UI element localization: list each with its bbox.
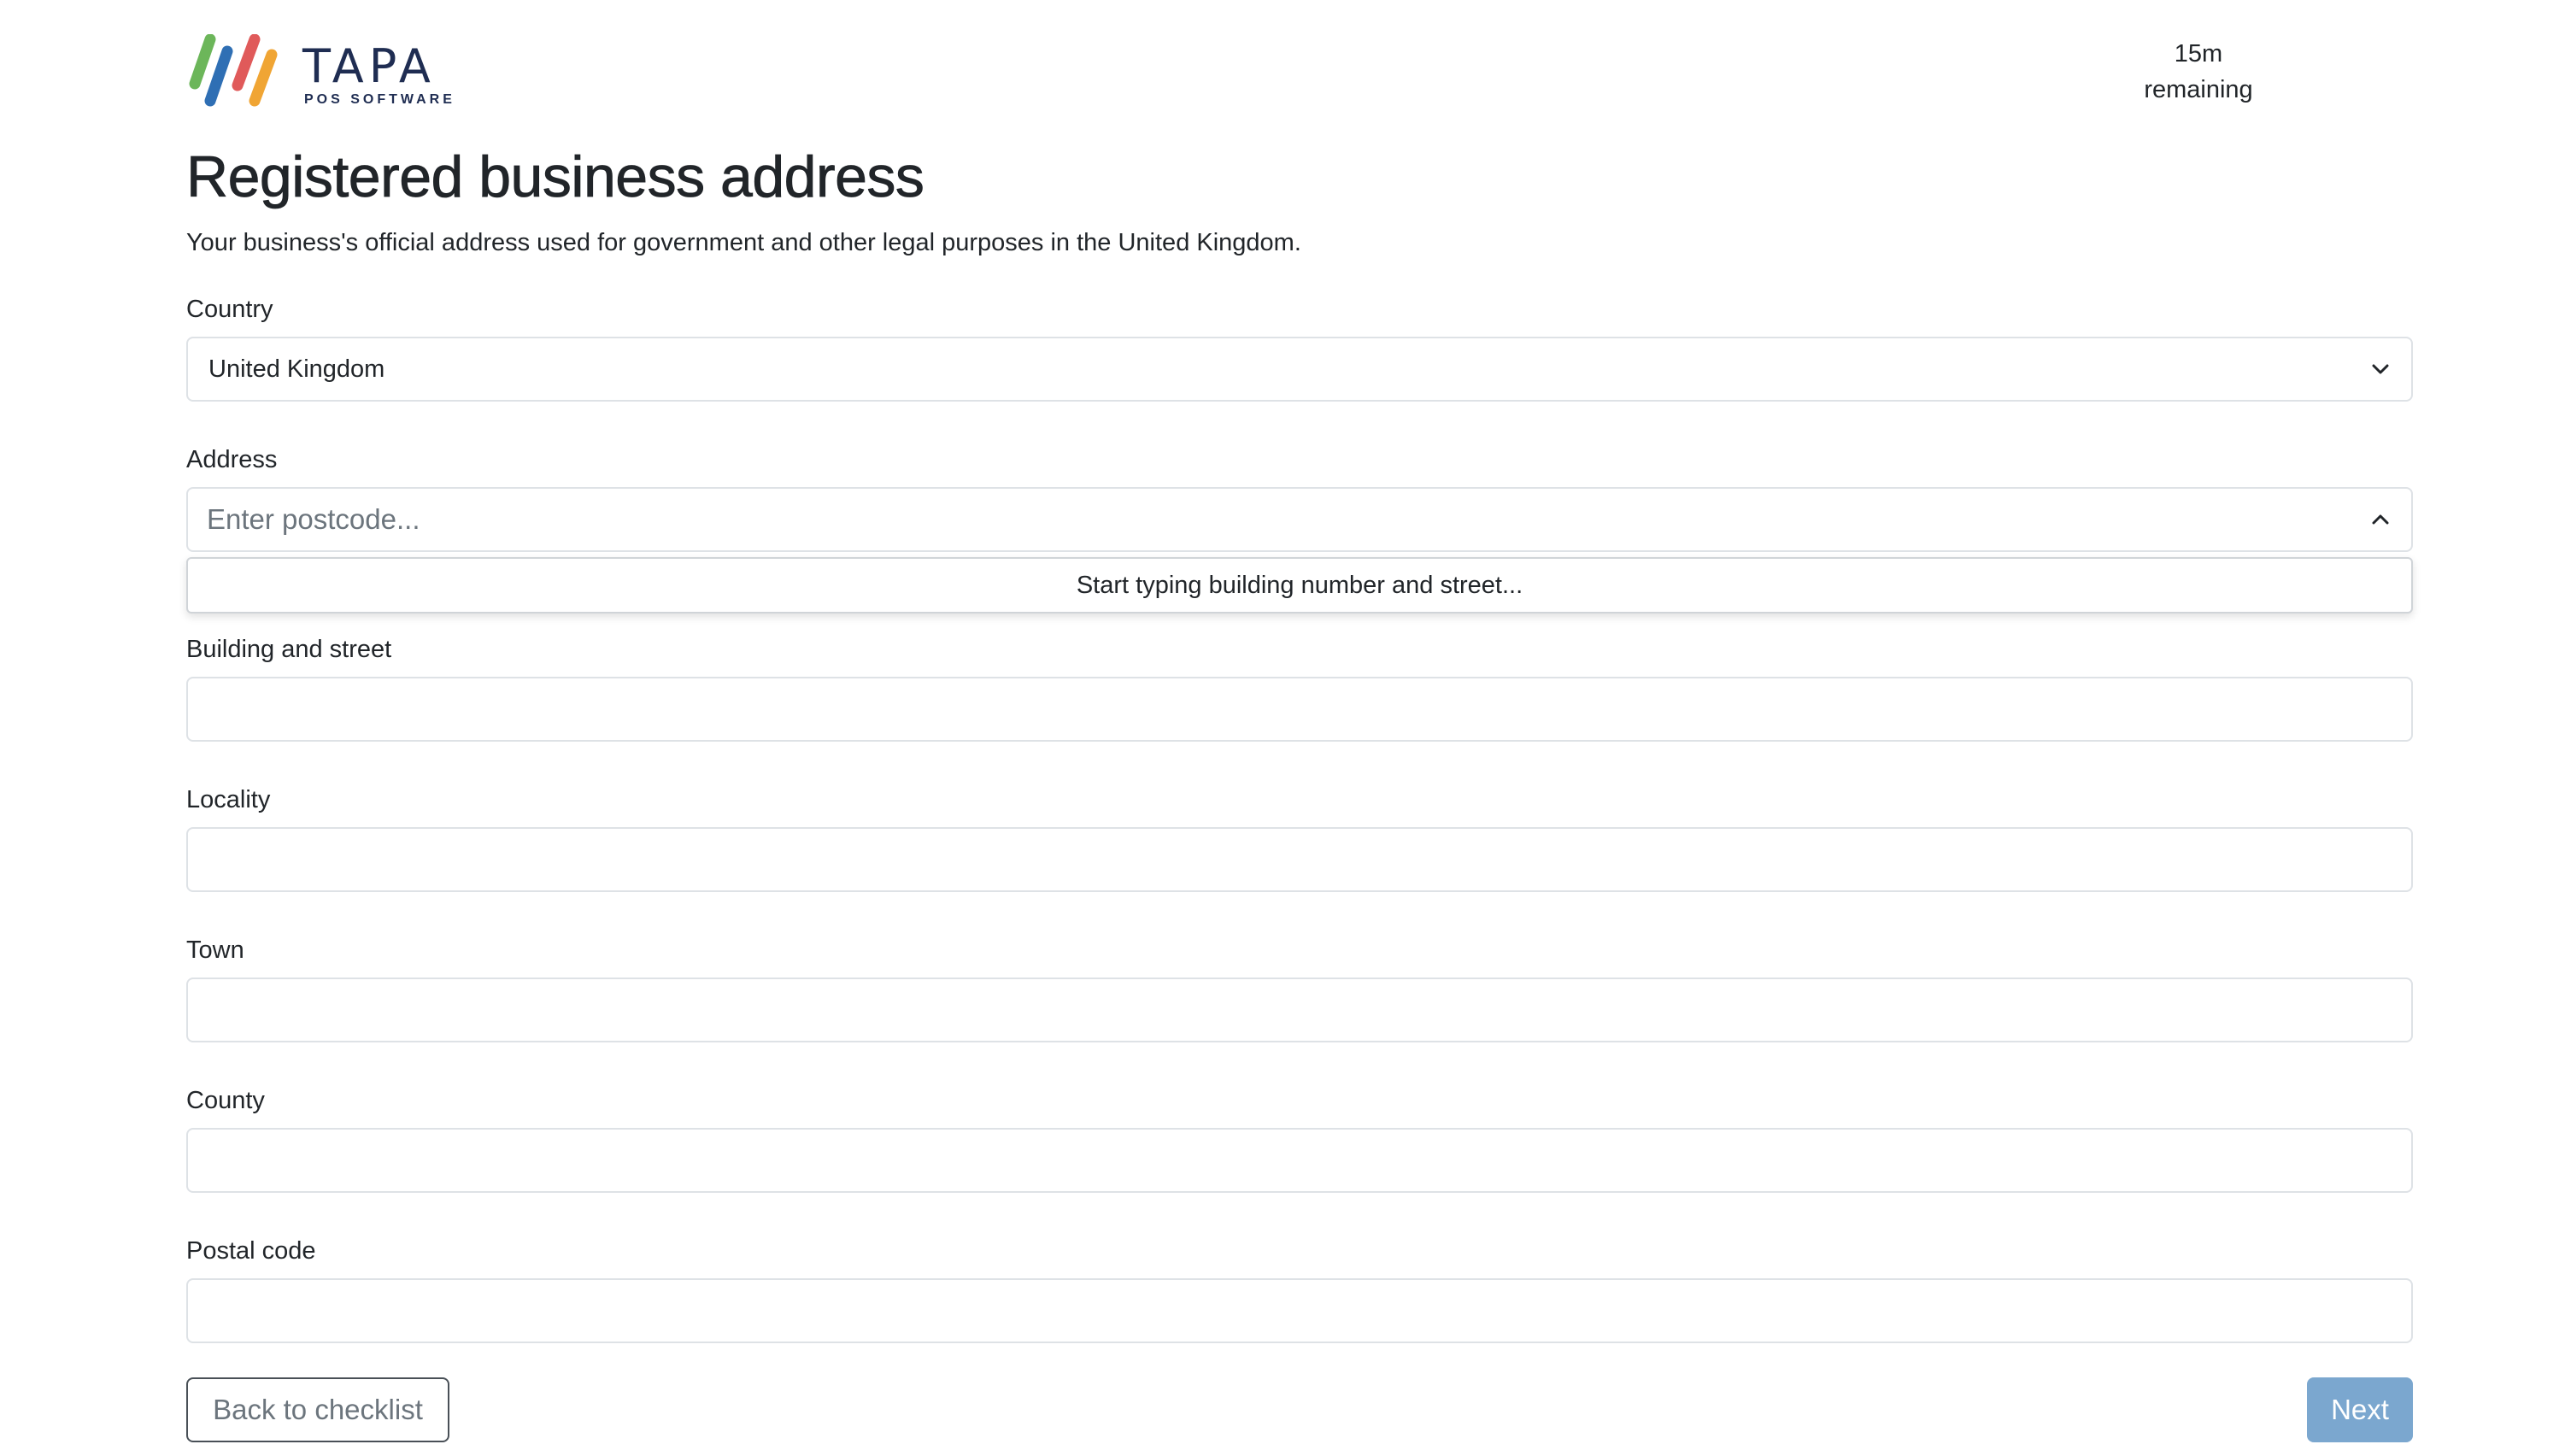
- brand-name: TAPA: [302, 39, 436, 93]
- timer-value: 15m: [2174, 40, 2223, 68]
- county-label: County: [186, 1087, 265, 1114]
- chevron-down-icon: [2372, 364, 2389, 374]
- logo-stripes-icon: [189, 34, 278, 107]
- building-street-label: Building and street: [186, 636, 392, 663]
- country-label: Country: [186, 296, 273, 323]
- address-postcode-input[interactable]: Enter postcode...: [186, 487, 2413, 552]
- address-label: Address: [186, 446, 278, 473]
- county-input[interactable]: [186, 1128, 2413, 1193]
- back-to-checklist-button[interactable]: Back to checklist: [186, 1377, 449, 1442]
- tapa-logo: TAPA POS SOFTWARE: [186, 34, 460, 111]
- page-title: Registered business address: [186, 144, 925, 210]
- brand-tagline: POS SOFTWARE: [304, 92, 455, 107]
- locality-input[interactable]: [186, 827, 2413, 892]
- locality-label: Locality: [186, 786, 271, 813]
- address-placeholder: Enter postcode...: [207, 503, 420, 535]
- time-remaining: 15m remaining: [2100, 36, 2297, 108]
- town-input[interactable]: [186, 978, 2413, 1042]
- dropdown-hint: Start typing building number and street.…: [1076, 572, 1523, 599]
- country-select[interactable]: United Kingdom: [186, 337, 2413, 402]
- next-button[interactable]: Next: [2307, 1377, 2413, 1442]
- address-suggestions-dropdown: Start typing building number and street.…: [186, 557, 2413, 614]
- postal-code-label: Postal code: [186, 1237, 316, 1265]
- postal-code-input[interactable]: [186, 1278, 2413, 1343]
- chevron-up-icon[interactable]: [2368, 508, 2392, 531]
- town-label: Town: [186, 936, 244, 964]
- country-selected-value: United Kingdom: [208, 355, 385, 383]
- page-subtitle: Your business's official address used fo…: [186, 229, 1301, 256]
- onboarding-page: TAPA POS SOFTWARE 15m remaining Register…: [186, 0, 2413, 1456]
- building-street-input[interactable]: [186, 677, 2413, 742]
- timer-label: remaining: [2144, 76, 2253, 103]
